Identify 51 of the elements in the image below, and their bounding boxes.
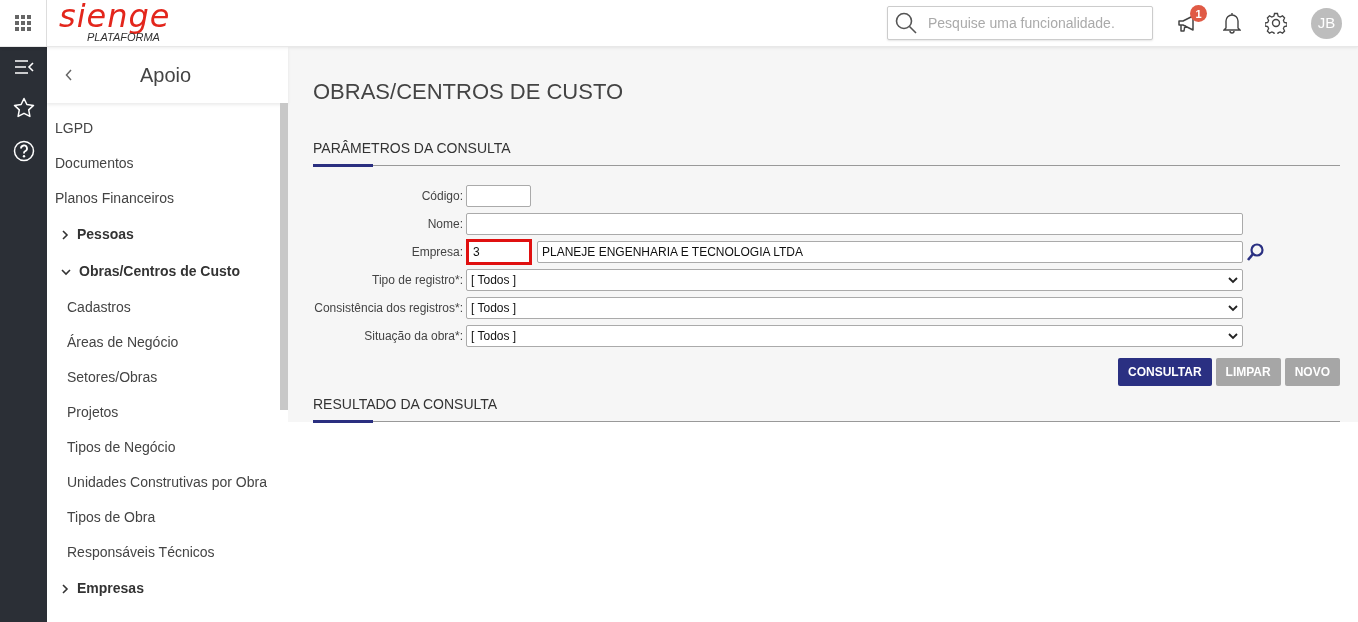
- menu-item[interactable]: LGPD: [47, 111, 276, 146]
- search-icon[interactable]: [1246, 242, 1266, 262]
- settings-icon[interactable]: [1265, 12, 1287, 34]
- field-label: Nome:: [426, 216, 463, 232]
- scrollbar[interactable]: [280, 103, 288, 410]
- chevron-down-icon: [1228, 276, 1238, 284]
- menu-item[interactable]: Unidades Construtivas por Obra: [59, 465, 276, 500]
- logo[interactable]: sienge: [59, 0, 171, 32]
- section-title: RESULTADO DA CONSULTA: [313, 396, 498, 412]
- menu-item[interactable]: Cadastros: [59, 290, 276, 325]
- menu-item[interactable]: Responsáveis Técnicos: [59, 535, 276, 570]
- chevron-right-icon: [61, 583, 69, 594]
- menu-icon[interactable]: [13, 59, 34, 75]
- field-label: Consistência dos registros*:: [313, 300, 463, 316]
- menu-group[interactable]: Pessoas: [47, 216, 276, 253]
- select-field[interactable]: [ Todos ]: [466, 325, 1243, 347]
- field-label: Empresa:: [410, 244, 463, 260]
- menu-item[interactable]: Documentos: [47, 146, 276, 181]
- sidebar-title: Apoio: [138, 63, 193, 88]
- menu-item[interactable]: Projetos: [59, 395, 276, 430]
- select-field[interactable]: [ Todos ]: [466, 297, 1243, 319]
- select-field[interactable]: [ Todos ]: [466, 269, 1243, 291]
- bell-icon[interactable]: [1223, 12, 1241, 34]
- menu-item[interactable]: Planos Financeiros: [47, 181, 276, 216]
- help-icon[interactable]: [12, 140, 35, 162]
- input-field[interactable]: [466, 213, 1243, 235]
- action-button[interactable]: CONSULTAR: [1118, 358, 1212, 386]
- section-title: PARÂMETROS DA CONSULTA: [313, 140, 511, 156]
- menu-item[interactable]: Tipos de Negócio: [59, 430, 276, 465]
- input-field[interactable]: 3: [466, 239, 532, 265]
- field-label: Tipo de registro*:: [371, 272, 463, 288]
- chevron-down-icon: [61, 267, 71, 276]
- search-field[interactable]: Pesquise uma funcionalidade.: [887, 6, 1153, 40]
- menu-item[interactable]: Tipos de Obra: [59, 500, 276, 535]
- notification-badge: 1: [1190, 5, 1207, 23]
- search-icon: [895, 12, 917, 34]
- menu-item[interactable]: Áreas de Negócio: [59, 325, 276, 360]
- chevron-down-icon: [1228, 332, 1238, 340]
- menu-group[interactable]: Empresas: [47, 570, 276, 607]
- star-icon[interactable]: [12, 97, 35, 118]
- field-label: Código:: [420, 188, 463, 204]
- input-field[interactable]: [466, 185, 531, 207]
- description-field[interactable]: PLANEJE ENGENHARIA E TECNOLOGIA LTDA: [537, 241, 1243, 263]
- chevron-right-icon: [61, 229, 69, 240]
- page-title: OBRAS/CENTROS DE CUSTO: [313, 78, 625, 106]
- apps-grid-icon[interactable]: [15, 15, 31, 31]
- menu-item[interactable]: Setores/Obras: [59, 360, 276, 395]
- chevron-down-icon: [1228, 304, 1238, 312]
- back-icon[interactable]: [65, 69, 73, 81]
- menu-group[interactable]: Obras/Centros de Custo: [47, 253, 276, 290]
- field-label: Situação da obra*:: [363, 328, 463, 344]
